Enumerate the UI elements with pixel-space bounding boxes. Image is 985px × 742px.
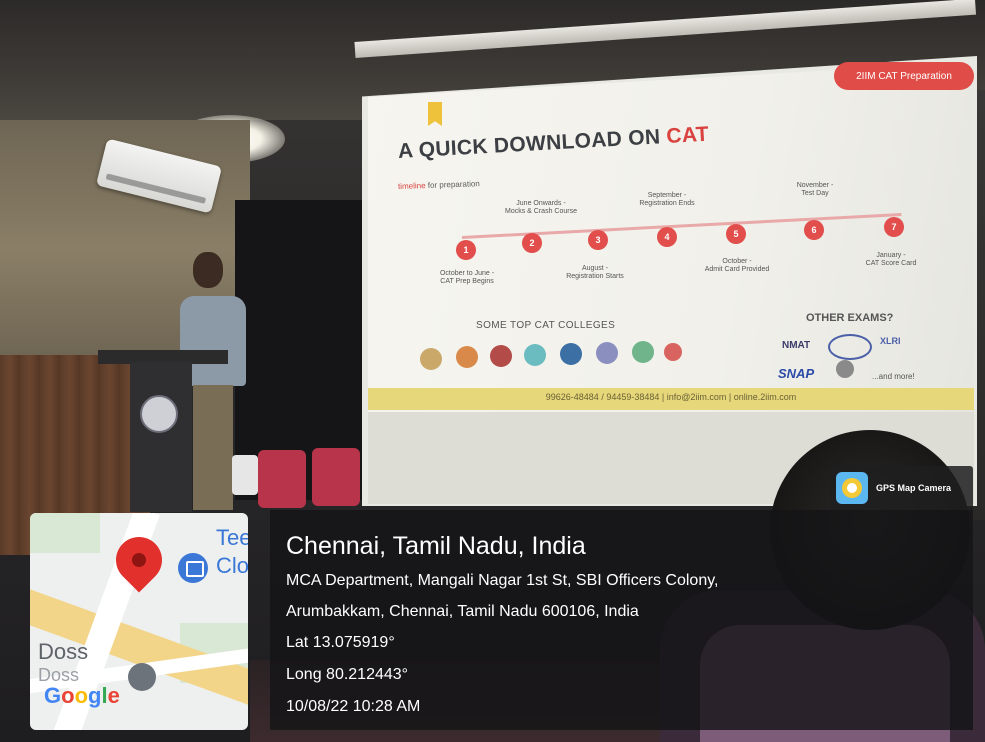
google-logo-letter: o	[74, 683, 89, 708]
longitude: Long 80.212443°	[286, 666, 409, 683]
timeline-step-4: 4	[657, 227, 677, 247]
red-chair	[312, 448, 360, 506]
google-logo-letter: G	[44, 683, 62, 708]
gps-app-badge: GPS Map Camera	[830, 466, 973, 510]
timeline-step-1: 1	[456, 240, 476, 260]
google-logo-letter: g	[88, 683, 102, 708]
college-logo-icon	[664, 343, 682, 361]
timeline-step-5: 5	[726, 224, 746, 244]
slide-title-accent: CAT	[665, 122, 710, 148]
timeline-label-3: August - Registration Starts	[566, 265, 624, 281]
gps-camera-lens	[847, 483, 857, 493]
exam-nmcet-logo-icon	[836, 360, 854, 378]
college-logo-icon	[456, 346, 478, 368]
timeline-step-6: 6	[804, 220, 824, 240]
gps-camera-app-icon	[836, 472, 868, 504]
map-label-bottom: Doss	[38, 639, 89, 664]
location-title: Chennai, Tamil Nadu, India	[286, 532, 586, 560]
map-label-top: Tee	[216, 525, 248, 550]
exam-nmat: NMAT	[782, 340, 811, 351]
exam-snap: SNAP	[778, 366, 815, 381]
podium-emblem-icon	[140, 395, 178, 433]
timeline-label-6: November - Test Day	[796, 182, 834, 198]
address-line-2: Arumbakkam, Chennai, Tamil Nadu 600106, …	[286, 603, 639, 620]
gps-app-name: GPS Map Camera	[876, 483, 952, 493]
slide-subtitle-rest: for preparation	[425, 179, 480, 191]
timeline-label-7: January - CAT Score Card	[865, 252, 917, 268]
other-exams-heading: OTHER EXAMS?	[806, 312, 894, 324]
timeline-label-5: October - Admit Card Provided	[704, 258, 770, 274]
timeline-label-4: September - Registration Ends	[639, 192, 695, 208]
timeline-step-3: 3	[588, 230, 608, 250]
slide-brand-pill: 2IIM CAT Preparation	[834, 62, 974, 90]
google-logo: Google	[44, 683, 120, 709]
speaker-head	[193, 252, 223, 288]
location-pin-center-icon	[132, 553, 146, 567]
map-block	[30, 513, 100, 553]
map-label-top-2: Clo	[216, 553, 248, 578]
red-chair	[258, 450, 306, 508]
college-logo-icon	[420, 348, 442, 370]
shopping-bag-icon	[186, 561, 204, 577]
college-logo-icon	[490, 345, 512, 367]
photo-scene: 99626-48484 / 94459-38484 | info@2iim.co…	[0, 0, 985, 742]
timeline-label-1: October to June - CAT Prep Begins	[439, 270, 495, 286]
google-logo-letter: o	[61, 683, 75, 708]
speaker-legs	[193, 385, 233, 510]
timeline-step-2: 2	[522, 233, 542, 253]
podium-body	[130, 362, 192, 512]
exam-xlri: XLRI	[880, 336, 901, 346]
timeline-step-7: 7	[884, 217, 904, 237]
latitude: Lat 13.075919°	[286, 634, 395, 651]
college-logo-icon	[560, 343, 582, 365]
college-logo-icon	[632, 341, 654, 363]
exam-iift-logo-icon	[828, 334, 872, 360]
slide-footer-contact: 99626-48484 / 94459-38484 | info@2iim.co…	[545, 392, 797, 402]
exam-more: ...and more!	[872, 372, 915, 381]
white-chair	[232, 455, 258, 495]
slide-subtitle-accent: timeline	[397, 181, 426, 191]
college-logo-icon	[524, 344, 546, 366]
colleges-heading: SOME TOP CAT COLLEGES	[476, 320, 616, 331]
map-place-icon	[128, 663, 156, 691]
google-logo-letter: e	[107, 683, 120, 708]
timeline-label-2: June Onwards - Mocks & Crash Course	[505, 200, 577, 216]
map-thumbnail: Tee Clo Doss Doss Google	[30, 513, 248, 730]
college-logo-icon	[596, 342, 618, 364]
address-line-1: MCA Department, Mangali Nagar 1st St, SB…	[286, 572, 719, 589]
timestamp: 10/08/22 10:28 AM	[286, 698, 421, 715]
